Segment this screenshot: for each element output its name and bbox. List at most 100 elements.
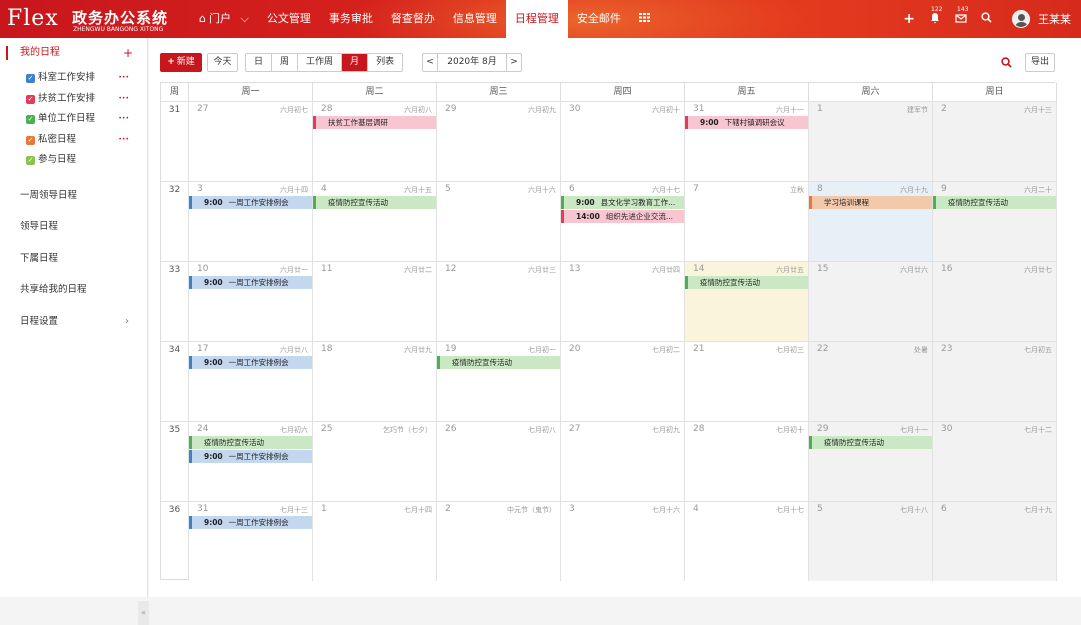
nav-item-5[interactable]: 日程管理 (505, 0, 568, 38)
day-cell[interactable]: 6 七月十九 (933, 501, 1057, 581)
sidebar-group[interactable]: 下属日程 (0, 243, 147, 275)
day-cell[interactable]: 27 六月初七 (189, 101, 313, 181)
calendar-checkbox[interactable]: ✓ (26, 135, 35, 145)
day-cell[interactable]: 9 六月二十 疫情防控宣传活动 (933, 181, 1057, 261)
notification-icon[interactable]: 122 (929, 6, 942, 27)
day-cell[interactable]: 2 六月十三 (933, 101, 1057, 181)
day-cell[interactable]: 30 七月十二 (933, 421, 1057, 501)
event-item[interactable]: 疫情防控宣传活动 (809, 436, 932, 449)
current-date[interactable]: 2020年 8月 (437, 54, 507, 71)
event-item[interactable]: 9:00 一周工作安排例会 (189, 450, 312, 463)
search-events-icon[interactable] (997, 53, 1015, 72)
calendar-checkbox[interactable]: ✓ (26, 115, 35, 124)
prev-month-button[interactable]: < (423, 54, 437, 71)
event-item[interactable]: 疫情防控宣传活动 (189, 436, 312, 449)
day-cell[interactable]: 1 七月十四 (313, 501, 437, 581)
day-cell[interactable]: 8 六月十九 学习培训课程 (809, 181, 933, 261)
calendar-options-icon[interactable]: ••• (118, 109, 129, 130)
event-item[interactable]: 扶贫工作基层调研 (313, 116, 436, 129)
collapse-sidebar-button[interactable]: « (138, 601, 149, 625)
day-cell[interactable]: 19 七月初一 疫情防控宣传活动 (437, 341, 561, 421)
day-cell[interactable]: 11 六月廿二 (313, 261, 437, 341)
sidebar-group[interactable]: 一周领导日程 (0, 180, 147, 212)
view-0[interactable]: 日 (246, 54, 273, 71)
event-item[interactable]: 疫情防控宣传活动 (313, 196, 436, 209)
day-cell[interactable]: 27 七月初九 (561, 421, 685, 501)
calendar-options-icon[interactable]: ••• (118, 68, 129, 89)
view-4[interactable]: 列表 (368, 54, 402, 71)
nav-item-0[interactable]: ⌂ 门户 ⌵ (190, 0, 258, 38)
day-cell[interactable]: 17 六月廿八 9:00 一周工作安排例会 (189, 341, 313, 421)
day-cell[interactable]: 28 七月初十 (685, 421, 809, 501)
add-icon[interactable]: + (903, 11, 915, 27)
day-cell[interactable]: 28 六月初八 扶贫工作基层调研 (313, 101, 437, 181)
calendar-options-icon[interactable]: ••• (118, 89, 129, 110)
day-cell[interactable]: 4 七月十七 (685, 501, 809, 581)
calendar-checkbox[interactable]: ✓ (26, 74, 35, 83)
calendar-checkbox[interactable]: ✓ (26, 94, 35, 104)
day-cell[interactable]: 18 六月廿九 (313, 341, 437, 421)
day-cell[interactable]: 31 七月十三 9:00 一周工作安排例会 (189, 501, 313, 581)
new-event-button[interactable]: + 新建 (160, 53, 202, 72)
day-cell[interactable]: 24 七月初六 疫情防控宣传活动 9:00 一周工作安排例会 (189, 421, 313, 501)
day-cell[interactable]: 26 七月初八 (437, 421, 561, 501)
event-item[interactable]: 疫情防控宣传活动 (685, 276, 808, 289)
day-cell[interactable]: 6 六月十七 9:00 县文化学习教育工作... 14:00 组织先进企业交流... (561, 181, 685, 261)
day-cell[interactable]: 13 六月廿四 (561, 261, 685, 341)
nav-item-6[interactable]: 安全邮件 (568, 0, 630, 38)
day-cell[interactable]: 1 建军节 (809, 101, 933, 181)
event-item[interactable]: 疫情防控宣传活动 (437, 356, 560, 369)
day-cell[interactable]: 29 六月初九 (437, 101, 561, 181)
sidebar-group[interactable]: 共享给我的日程 (0, 274, 147, 306)
event-item[interactable]: 9:00 一周工作安排例会 (189, 196, 312, 209)
day-cell[interactable]: 31 六月十一 9:00 下辖村镇调研会议 (685, 101, 809, 181)
day-cell[interactable]: 10 六月廿一 9:00 一周工作安排例会 (189, 261, 313, 341)
day-cell[interactable]: 23 七月初五 (933, 341, 1057, 421)
day-cell[interactable]: 25 乞巧节（七夕） (313, 421, 437, 501)
day-cell[interactable]: 12 六月廿三 (437, 261, 561, 341)
calendar-item[interactable]: ✓ 单位工作日程 ••• (0, 109, 147, 130)
next-month-button[interactable]: > (507, 54, 521, 71)
calendar-item[interactable]: ✓ 扶贫工作安排 ••• (0, 89, 147, 110)
event-item[interactable]: 14:00 组织先进企业交流... (561, 210, 684, 223)
sidebar-my-schedule[interactable]: 我的日程 + (0, 41, 147, 65)
sidebar-group[interactable]: 日程设置 › (0, 306, 147, 338)
event-item[interactable]: 9:00 一周工作安排例会 (189, 516, 312, 529)
day-cell[interactable]: 30 六月初十 (561, 101, 685, 181)
event-item[interactable]: 9:00 一周工作安排例会 (189, 356, 312, 369)
add-calendar-icon[interactable]: + (123, 41, 133, 65)
day-cell[interactable]: 21 七月初三 (685, 341, 809, 421)
nav-item-2[interactable]: 事务审批 (320, 0, 382, 38)
view-2[interactable]: 工作周 (298, 54, 343, 71)
sidebar-group[interactable]: 领导日程 (0, 211, 147, 243)
view-3[interactable]: 月 (342, 54, 369, 71)
view-1[interactable]: 周 (272, 54, 299, 71)
event-item[interactable]: 学习培训课程 (809, 196, 932, 209)
day-cell[interactable]: 20 七月初二 (561, 341, 685, 421)
nav-item-4[interactable]: 信息管理 (444, 0, 506, 38)
day-cell[interactable]: 2 中元节（鬼节） (437, 501, 561, 581)
mail-icon[interactable]: 143 (955, 6, 968, 27)
day-cell[interactable]: 29 七月十一 疫情防控宣传活动 (809, 421, 933, 501)
day-cell[interactable]: 7 立秋 (685, 181, 809, 261)
event-item[interactable]: 9:00 一周工作安排例会 (189, 276, 312, 289)
day-cell[interactable]: 3 七月十六 (561, 501, 685, 581)
day-cell[interactable]: 22 处暑 (809, 341, 933, 421)
day-cell[interactable]: 16 六月廿七 (933, 261, 1057, 341)
nav-item-3[interactable]: 督查督办 (382, 0, 444, 38)
calendar-options-icon[interactable]: ••• (118, 130, 129, 151)
day-cell[interactable]: 5 七月十八 (809, 501, 933, 581)
calendar-item[interactable]: ✓ 私密日程 ••• (0, 130, 147, 151)
search-icon[interactable] (981, 12, 992, 26)
calendar-checkbox[interactable]: ✓ (26, 156, 35, 165)
day-cell[interactable]: 3 六月十四 9:00 一周工作安排例会 (189, 181, 313, 261)
export-button[interactable]: 导出 (1025, 53, 1055, 72)
event-item[interactable]: 9:00 县文化学习教育工作... (561, 196, 684, 209)
calendar-item[interactable]: ✓ 参与日程 (0, 150, 147, 171)
calendar-item[interactable]: ✓ 科室工作安排 ••• (0, 68, 147, 89)
event-item[interactable]: 疫情防控宣传活动 (933, 196, 1056, 209)
user-menu[interactable]: 王某某 (1012, 10, 1071, 28)
event-item[interactable]: 9:00 下辖村镇调研会议 (685, 116, 808, 129)
day-cell[interactable]: 5 六月十六 (437, 181, 561, 261)
today-button[interactable]: 今天 (207, 53, 238, 72)
